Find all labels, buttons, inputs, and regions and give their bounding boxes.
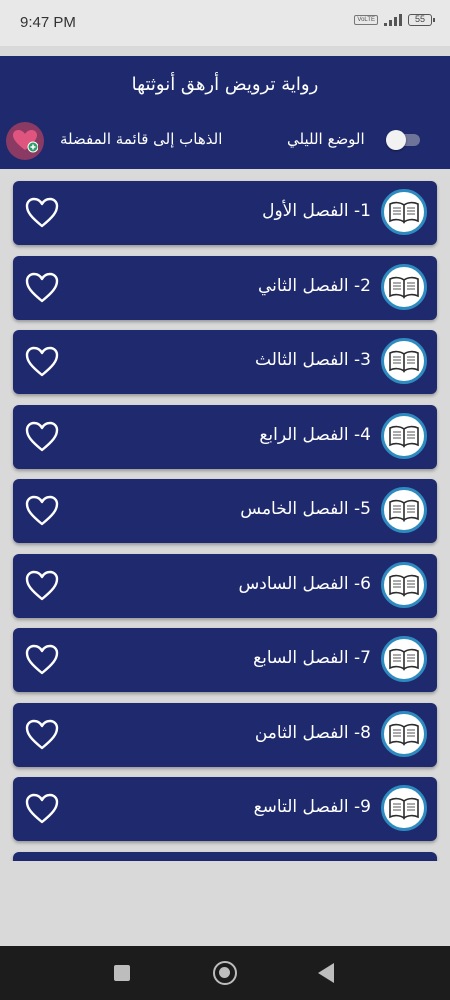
back-button[interactable] (318, 963, 334, 983)
toggle-thumb (386, 130, 406, 150)
chapter-item-partial[interactable] (13, 852, 437, 861)
chapter-item[interactable]: 5- الفصل الخامس (13, 479, 437, 543)
chapter-label: 9- الفصل التاسع (253, 797, 371, 817)
heart-outline-icon[interactable] (25, 346, 59, 378)
night-mode-label: الوضع الليلي (287, 130, 365, 148)
chapter-label: 8- الفصل الثامن (254, 723, 371, 743)
chapter-item[interactable]: 6- الفصل السادس (13, 554, 437, 618)
book-icon (381, 785, 427, 831)
status-icons: VoLTE 55 (354, 14, 435, 26)
favorites-link[interactable]: الذهاب إلى قائمة المفضلة (60, 130, 222, 148)
heart-outline-icon[interactable] (25, 421, 59, 453)
book-icon (381, 711, 427, 757)
chapter-label: 2- الفصل الثاني (257, 276, 371, 296)
chapter-label: 5- الفصل الخامس (240, 499, 371, 519)
chapter-label: 4- الفصل الرابع (259, 425, 371, 445)
app-title: رواية ترويض أرهق أنوثتها (131, 74, 319, 95)
battery-level: 55 (414, 14, 425, 24)
heart-outline-icon[interactable] (25, 719, 59, 751)
chapter-label: 7- الفصل السابع (253, 648, 371, 668)
system-nav-bar (0, 946, 450, 1000)
night-mode-toggle[interactable] (382, 128, 422, 152)
status-bar: 9:47 PM VoLTE 55 (0, 0, 450, 46)
book-icon (381, 264, 427, 310)
book-icon (381, 636, 427, 682)
book-icon (381, 189, 427, 235)
chapter-label: 3- الفصل الثالث (255, 350, 371, 370)
chapter-item[interactable]: 1- الفصل الأول (13, 181, 437, 245)
chapter-item[interactable]: 7- الفصل السابع (13, 628, 437, 692)
chapter-list[interactable]: 1- الفصل الأول 2- الفصل الثاني 3- الفصل … (0, 179, 450, 861)
book-icon (381, 487, 427, 533)
heart-outline-icon[interactable] (25, 793, 59, 825)
heart-outline-icon[interactable] (25, 272, 59, 304)
volte-icon: VoLTE (354, 15, 378, 25)
recents-button[interactable] (114, 965, 130, 981)
heart-outline-icon[interactable] (25, 495, 59, 527)
heart-outline-icon[interactable] (25, 570, 59, 602)
status-time: 9:47 PM (20, 14, 76, 31)
favorites-button[interactable] (6, 122, 44, 160)
chapter-label: 1- الفصل الأول (262, 201, 371, 221)
chapter-item[interactable]: 8- الفصل الثامن (13, 703, 437, 767)
chapter-item[interactable]: 9- الفصل التاسع (13, 777, 437, 841)
book-icon (381, 413, 427, 459)
app-header: رواية ترويض أرهق أنوثتها (0, 56, 450, 169)
book-icon (381, 562, 427, 608)
chapter-item[interactable]: 2- الفصل الثاني (13, 256, 437, 320)
chapter-item[interactable]: 4- الفصل الرابع (13, 405, 437, 469)
heart-outline-icon[interactable] (25, 644, 59, 676)
home-button[interactable] (213, 961, 237, 985)
battery-icon: 55 (408, 14, 435, 26)
chapter-item[interactable]: 3- الفصل الثالث (13, 330, 437, 394)
chapter-label: 6- الفصل السادس (238, 574, 371, 594)
book-icon (381, 338, 427, 384)
heart-add-icon (13, 130, 38, 153)
heart-outline-icon[interactable] (25, 197, 59, 229)
signal-icon (384, 14, 402, 26)
